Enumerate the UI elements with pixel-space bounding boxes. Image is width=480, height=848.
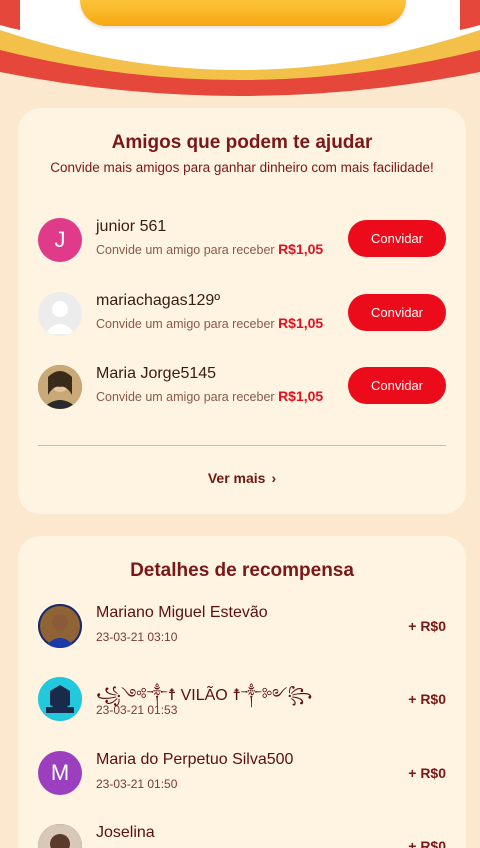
- avatar-letter: J: [54, 227, 66, 252]
- top-banner: [0, 0, 480, 110]
- reward-amount: + R$0: [408, 838, 446, 848]
- reward-amount: + R$0: [408, 691, 446, 707]
- avatar: M: [38, 751, 82, 795]
- friend-reward-amount: R$1,05: [278, 388, 324, 404]
- friend-row: Maria Jorge5145 Convide um amigo para re…: [38, 361, 446, 411]
- avatar: [38, 824, 82, 848]
- default-avatar-icon: [45, 301, 75, 334]
- reward-row: Joselina + R$0: [38, 820, 446, 848]
- top-action-button[interactable]: [80, 0, 406, 26]
- avatar-letter: M: [50, 760, 70, 785]
- reward-name: Mariano Miguel Estevão: [96, 604, 268, 621]
- reward-name: Maria do Perpetuo Silva500: [96, 751, 294, 768]
- friend-reward-amount: R$1,05: [278, 241, 324, 257]
- reward-time: 23-03-21 01:50: [96, 777, 178, 791]
- avatar: J: [38, 218, 82, 262]
- friend-description: Convide um amigo para receber R$1,05: [96, 315, 323, 331]
- reward-time: 23-03-21 03:10: [96, 630, 178, 644]
- see-more-link[interactable]: Ver mais ›: [18, 470, 466, 486]
- invite-button[interactable]: Convidar: [348, 367, 446, 404]
- reward-row: Mariano Miguel Estevão 23-03-21 03:10 + …: [38, 600, 446, 650]
- rewards-card-title: Detalhes de recompensa: [130, 560, 354, 581]
- friend-description: Convide um amigo para receber R$1,05: [96, 241, 323, 257]
- friend-name: mariachagas129º: [96, 292, 221, 309]
- friend-description-text: Convide um amigo para receber: [96, 390, 275, 404]
- chevron-right-icon: ›: [271, 470, 277, 486]
- invite-button[interactable]: Convidar: [348, 220, 446, 257]
- avatar: [38, 604, 82, 648]
- photo-avatar-icon: [38, 824, 82, 848]
- friend-reward-amount: R$1,05: [278, 315, 324, 331]
- friend-description-text: Convide um amigo para receber: [96, 243, 275, 257]
- friend-name: Maria Jorge5145: [96, 365, 217, 382]
- see-more-label: Ver mais: [207, 470, 266, 486]
- rewards-card: Detalhes de recompensa Mariano Miguel Es…: [18, 536, 466, 848]
- photo-avatar-icon: [38, 365, 82, 409]
- reward-row: M Maria do Perpetuo Silva500 23-03-21 01…: [38, 747, 446, 797]
- reward-time: 23-03-21 01:53: [96, 703, 178, 717]
- friend-name: junior 561: [96, 218, 167, 235]
- reward-amount: + R$0: [408, 765, 446, 781]
- avatar: [38, 677, 82, 721]
- reward-row: ꧁༺༒☨ VILÃO ☨༒༻꧂ 23-03-21 01:53 + R$0: [38, 673, 446, 723]
- friend-description: Convide um amigo para receber R$1,05: [96, 388, 323, 404]
- reward-name: Joselina: [96, 824, 155, 841]
- reward-amount: + R$0: [408, 618, 446, 634]
- photo-avatar-icon: [38, 604, 82, 648]
- divider: [38, 445, 446, 446]
- invite-button[interactable]: Convidar: [348, 294, 446, 331]
- friends-card-title: Amigos que podem te ajudar: [111, 132, 373, 153]
- friends-card: Amigos que podem te ajudar Convide mais …: [18, 108, 466, 514]
- friend-row: mariachagas129º Convide um amigo para re…: [38, 288, 446, 338]
- friend-row: J junior 561 Convide um amigo para receb…: [38, 214, 446, 264]
- friends-card-subtitle: Convide mais amigos para ganhar dinheiro…: [50, 160, 434, 175]
- friend-description-text: Convide um amigo para receber: [96, 317, 275, 331]
- avatar: [38, 365, 82, 409]
- photo-avatar-icon: [38, 677, 82, 721]
- avatar: [38, 292, 82, 336]
